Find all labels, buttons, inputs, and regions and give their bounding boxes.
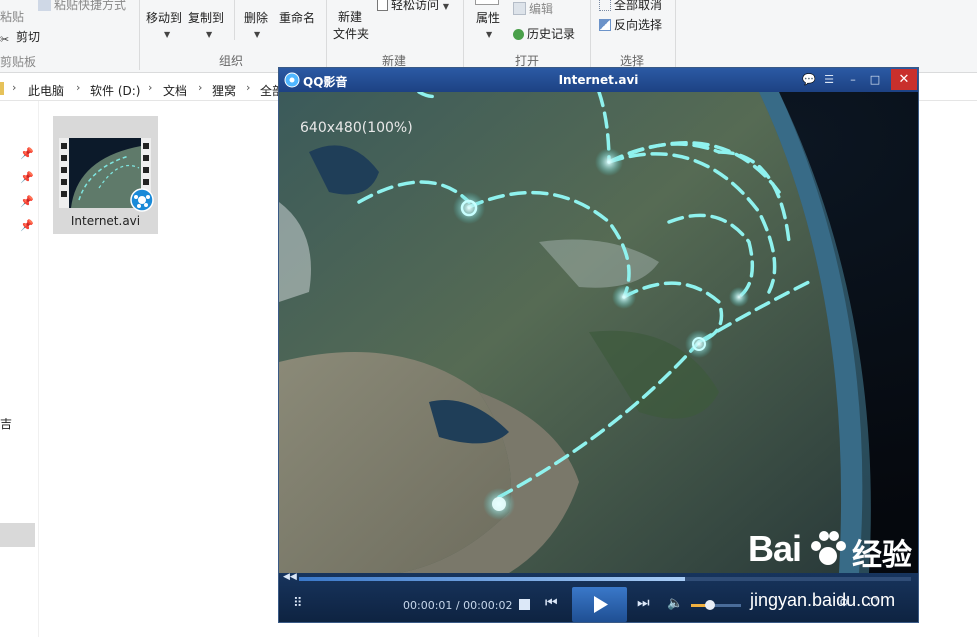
- volume-slider[interactable]: [691, 604, 741, 607]
- pin-icon[interactable]: 📌: [20, 219, 34, 232]
- cut-button[interactable]: ✂ 剪切: [0, 28, 40, 46]
- paste-shortcut-button[interactable]: 粘贴快捷方式: [38, 0, 126, 13]
- baidu-jingyan-watermark: Bai 经验 jingyan.baidu.com: [748, 528, 977, 628]
- ribbon-divider: [463, 0, 464, 70]
- playlist-icon[interactable]: ☰: [821, 72, 837, 88]
- nav-item-selected[interactable]: [0, 523, 35, 547]
- properties-button[interactable]: 属性 ▼: [476, 9, 500, 40]
- invert-selection-icon: [599, 19, 611, 31]
- pin-icon[interactable]: 📌: [20, 195, 34, 208]
- qq-player-badge-icon: [130, 188, 154, 212]
- chevron-right-icon: ›: [246, 81, 251, 94]
- volume-knob[interactable]: [705, 600, 715, 610]
- seek-bar-progress: [299, 577, 685, 581]
- next-icon[interactable]: ⏭: [637, 595, 650, 611]
- organize-group-label: 组织: [219, 54, 244, 68]
- player-titlebar[interactable]: QQ影音 Internet.avi 💬 ☰ – □ ✕: [279, 68, 918, 92]
- delete-button[interactable]: 删除 ▼: [244, 9, 268, 40]
- breadcrumb-drive-d[interactable]: 软件 (D:): [90, 82, 140, 99]
- select-none-button[interactable]: 全部取消: [599, 0, 662, 13]
- easy-access-button[interactable]: 轻松访问 ▼: [377, 0, 449, 13]
- resolution-label: 640x480(100%): [300, 120, 413, 136]
- folder-icon: [0, 82, 4, 95]
- ribbon-divider: [234, 0, 235, 40]
- watermark-url: jingyan.baidu.com: [750, 590, 896, 610]
- pin-icon[interactable]: 📌: [20, 171, 34, 184]
- clipboard-group-label: 剪贴板: [0, 55, 37, 69]
- chevron-right-icon: ›: [198, 81, 203, 94]
- chevron-down-icon: ▼: [486, 30, 493, 39]
- breadcrumb-documents[interactable]: 文档: [163, 82, 187, 99]
- footprint-icon[interactable]: ⠿: [293, 596, 303, 611]
- chevron-right-icon: ›: [76, 81, 81, 94]
- file-name-label: Internet.avi: [70, 214, 141, 228]
- properties-icon: [475, 0, 499, 8]
- chat-icon[interactable]: 💬: [801, 72, 817, 88]
- ribbon-divider: [139, 0, 140, 70]
- navigation-pane: 📌 📌 📌 📌 吉: [0, 101, 39, 637]
- maximize-icon[interactable]: □: [867, 72, 883, 88]
- chevron-right-icon: ›: [148, 81, 153, 94]
- breadcrumb-this-pc[interactable]: 此电脑: [28, 82, 64, 99]
- chevron-right-icon: ›: [12, 81, 17, 94]
- paste-button[interactable]: 粘贴: [0, 8, 24, 25]
- minimize-icon[interactable]: –: [845, 72, 861, 88]
- earth-network-video: [279, 90, 918, 573]
- playback-time: 00:00:01 / 00:00:02: [403, 599, 513, 612]
- chevron-down-icon: ▼: [206, 30, 213, 39]
- explorer-ribbon: 粘贴快捷方式 粘贴 ✂ 剪切 剪贴板 移动到 ▼ 复制到 ▼ 删除 ▼ 重命名 组织 新…: [0, 0, 977, 73]
- ribbon-divider: [326, 0, 327, 70]
- play-button[interactable]: [572, 587, 627, 622]
- new-folder-button[interactable]: 新建 文件夹: [333, 8, 369, 42]
- ribbon-divider: [675, 0, 676, 70]
- chevron-down-icon: ▼: [442, 2, 449, 11]
- stop-icon[interactable]: [519, 599, 530, 610]
- video-frame[interactable]: 640x480(100%): [279, 90, 918, 573]
- copy-to-button[interactable]: 复制到 ▼: [188, 9, 224, 40]
- volume-icon[interactable]: 🔈: [667, 596, 683, 611]
- rewind-icon[interactable]: ◀◀: [283, 572, 297, 582]
- play-icon: [594, 596, 608, 613]
- pin-icon[interactable]: 📌: [20, 147, 34, 160]
- invert-selection-button[interactable]: 反向选择: [599, 16, 662, 33]
- close-icon[interactable]: ✕: [891, 69, 917, 90]
- select-none-icon: [599, 0, 611, 11]
- chevron-down-icon: ▼: [254, 30, 261, 39]
- chevron-down-icon: ▼: [164, 30, 171, 39]
- scissors-icon: ✂: [0, 33, 10, 46]
- watermark-brand: Bai: [748, 528, 802, 569]
- history-icon: [513, 29, 524, 40]
- edit-button[interactable]: 编辑: [513, 0, 553, 17]
- breadcrumb-liwo[interactable]: 狸窝: [212, 82, 236, 99]
- history-button[interactable]: 历史记录: [513, 25, 575, 42]
- file-item[interactable]: Internet.avi: [53, 116, 158, 234]
- edit-icon: [513, 2, 526, 15]
- paste-shortcut-icon: [38, 0, 51, 11]
- move-to-button[interactable]: 移动到 ▼: [146, 9, 182, 40]
- paw-icon: [811, 531, 846, 565]
- previous-icon[interactable]: ⏮: [545, 595, 558, 611]
- ribbon-divider: [590, 0, 591, 70]
- nav-item-label[interactable]: 吉: [0, 415, 12, 432]
- rename-button[interactable]: 重命名: [279, 9, 315, 26]
- watermark-brand-2: 经验: [852, 538, 912, 573]
- document-icon: [377, 0, 388, 11]
